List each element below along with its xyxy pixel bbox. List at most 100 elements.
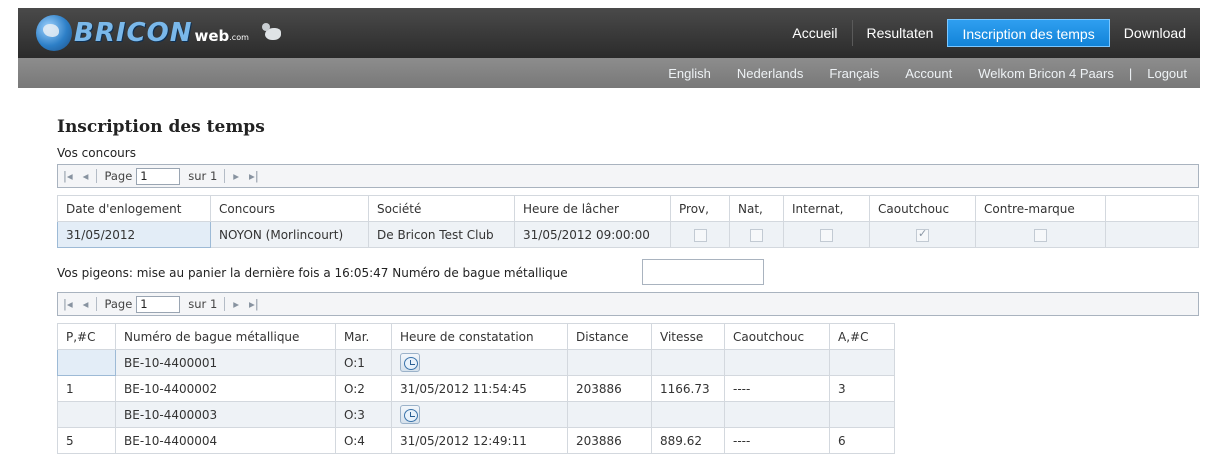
cell-prov <box>670 221 730 248</box>
contre-marque-checkbox[interactable] <box>1034 228 1047 242</box>
col-internat[interactable]: Internat, <box>783 195 870 222</box>
col-ac[interactable]: A,#C <box>829 323 895 350</box>
table-row[interactable]: 31/05/2012 NOYON (Morlincourt) De Bricon… <box>57 221 1199 248</box>
table-row[interactable]: 1 BE-10-4400002 O:2 31/05/2012 11:54:45 … <box>57 375 895 402</box>
col-caoutchouc[interactable]: Caoutchouc <box>869 195 976 222</box>
cell-heure[interactable]: 31/05/2012 12:49:11 <box>391 427 568 454</box>
ring-number-input[interactable] <box>642 259 764 285</box>
cell-vitesse[interactable]: 1166.73 <box>651 375 725 402</box>
cell-bague[interactable]: BE-10-4400002 <box>115 375 336 402</box>
cell-heure[interactable] <box>391 401 568 428</box>
cell-heure[interactable]: 31/05/2012 09:00:00 <box>514 221 671 248</box>
page-number-input[interactable] <box>136 295 181 313</box>
logout-link[interactable]: Logout <box>1134 66 1200 81</box>
cell-vitesse[interactable] <box>651 401 725 428</box>
bricon-logo[interactable]: BRICON web .com <box>36 15 285 51</box>
clock-icon[interactable] <box>400 405 420 424</box>
cell-vitesse[interactable] <box>651 349 725 376</box>
next-page-icon[interactable]: ▸ <box>228 297 244 311</box>
cell-bague[interactable]: BE-10-4400003 <box>115 401 336 428</box>
cell-mar[interactable]: O:3 <box>335 401 392 428</box>
cell-caoutchouc[interactable]: ---- <box>724 427 830 454</box>
cell-caoutchouc[interactable] <box>724 349 830 376</box>
sub-nav: English Nederlands Français Account Welk… <box>655 58 1200 88</box>
cell-mar[interactable]: O:1 <box>335 349 392 376</box>
col-pc[interactable]: P,#C <box>57 323 116 350</box>
table-row[interactable]: 5 BE-10-4400004 O:4 31/05/2012 12:49:11 … <box>57 427 895 454</box>
cell-caoutchouc <box>869 221 976 248</box>
cell-distance[interactable]: 203886 <box>567 427 652 454</box>
col-concours[interactable]: Concours <box>210 195 369 222</box>
col-caoutchouc[interactable]: Caoutchouc <box>724 323 830 350</box>
col-distance[interactable]: Distance <box>567 323 652 350</box>
cell-pc[interactable] <box>57 349 116 376</box>
last-page-icon[interactable]: ▸| <box>244 297 264 311</box>
cell-concours[interactable]: NOYON (Morlincourt) <box>210 221 369 248</box>
cell-heure[interactable]: 31/05/2012 11:54:45 <box>391 375 568 402</box>
cell-pc[interactable]: 1 <box>57 375 116 402</box>
pigeons-table: P,#C Numéro de bague métallique Mar. Heu… <box>57 323 895 454</box>
nav-accueil[interactable]: Accueil <box>778 19 851 47</box>
col-heure-lacher[interactable]: Heure de lâcher <box>514 195 671 222</box>
lang-nederlands[interactable]: Nederlands <box>724 66 817 81</box>
cell-mar[interactable]: O:2 <box>335 375 392 402</box>
col-prov[interactable]: Prov, <box>670 195 730 222</box>
cell-caoutchouc[interactable]: ---- <box>724 375 830 402</box>
col-date-enlogement[interactable]: Date d'enlogement <box>57 195 211 222</box>
nav-download[interactable]: Download <box>1110 19 1200 47</box>
next-page-icon[interactable]: ▸ <box>228 169 244 183</box>
prov-checkbox[interactable] <box>693 228 707 242</box>
nav-inscription-des-temps[interactable]: Inscription des temps <box>947 19 1110 47</box>
cell-ac[interactable] <box>829 401 895 428</box>
pigeons-pager: |◂ ◂ Page sur 1 ▸ ▸| <box>57 292 1199 316</box>
col-heure-constatation[interactable]: Heure de constatation <box>391 323 568 350</box>
table-row[interactable]: BE-10-4400001 O:1 <box>57 349 895 376</box>
account-link[interactable]: Account <box>892 66 965 81</box>
col-contre-marque[interactable]: Contre-marque <box>975 195 1106 222</box>
lang-english[interactable]: English <box>655 66 724 81</box>
cell-ac[interactable]: 3 <box>829 375 895 402</box>
table-row[interactable]: BE-10-4400003 O:3 <box>57 401 895 428</box>
col-nat[interactable]: Nat, <box>729 195 784 222</box>
cell-contre-marque <box>975 221 1106 248</box>
cell-vitesse[interactable]: 889.62 <box>651 427 725 454</box>
cell-societe[interactable]: De Bricon Test Club <box>368 221 515 248</box>
first-page-icon[interactable]: |◂ <box>58 169 78 183</box>
page-of-label: sur 1 <box>188 297 218 311</box>
cell-ac[interactable]: 6 <box>829 427 895 454</box>
col-societe[interactable]: Société <box>368 195 515 222</box>
cell-distance[interactable] <box>567 401 652 428</box>
cell-mar[interactable]: O:4 <box>335 427 392 454</box>
pigeons-label: Vos pigeons: mise au panier la dernière … <box>57 266 568 280</box>
page-number-input[interactable] <box>136 167 181 185</box>
cell-pc[interactable]: 5 <box>57 427 116 454</box>
cell-ac[interactable] <box>829 349 895 376</box>
internat-checkbox[interactable] <box>820 228 833 242</box>
prev-page-icon[interactable]: ◂ <box>78 169 94 183</box>
cell-distance[interactable] <box>567 349 652 376</box>
page-of-label: sur 1 <box>188 169 218 183</box>
cell-pc[interactable] <box>57 401 116 428</box>
prev-page-icon[interactable]: ◂ <box>78 297 94 311</box>
page-label: Page <box>104 297 133 311</box>
table-header-row: Date d'enlogement Concours Société Heure… <box>57 195 1199 222</box>
clock-icon[interactable] <box>400 353 420 372</box>
cell-date[interactable]: 31/05/2012 <box>57 221 211 248</box>
caoutchouc-checkbox[interactable] <box>916 227 929 242</box>
col-mar[interactable]: Mar. <box>335 323 392 350</box>
nat-checkbox[interactable] <box>750 228 763 242</box>
lang-francais[interactable]: Français <box>816 66 892 81</box>
cell-bague[interactable]: BE-10-4400004 <box>115 427 336 454</box>
first-page-icon[interactable]: |◂ <box>58 297 78 311</box>
cell-bague[interactable]: BE-10-4400001 <box>115 349 336 376</box>
col-vitesse[interactable]: Vitesse <box>651 323 725 350</box>
cell-caoutchouc[interactable] <box>724 401 830 428</box>
col-bague[interactable]: Numéro de bague métallique <box>115 323 336 350</box>
last-page-icon[interactable]: ▸| <box>244 169 264 183</box>
nav-resultaten[interactable]: Resultaten <box>853 19 948 47</box>
welcome-text: Welkom Bricon 4 Paars <box>978 65 1114 81</box>
sub-bar: English Nederlands Français Account Welk… <box>18 58 1200 88</box>
cell-heure[interactable] <box>391 349 568 376</box>
cell-distance[interactable]: 203886 <box>567 375 652 402</box>
globe-icon <box>36 15 72 51</box>
